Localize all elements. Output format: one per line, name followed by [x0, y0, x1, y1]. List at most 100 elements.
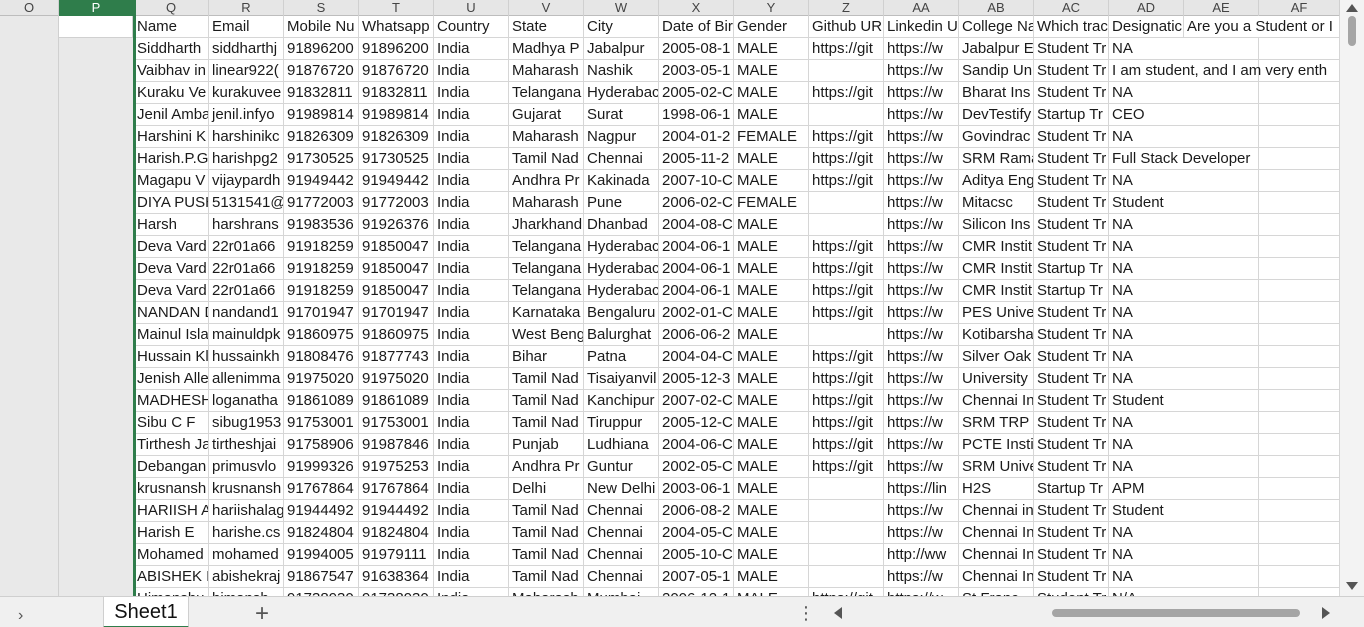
table-cell[interactable]: Mainul Isla — [134, 324, 209, 346]
table-cell[interactable]: loganatha — [209, 390, 284, 412]
table-cell[interactable]: Mitacsc — [959, 192, 1034, 214]
table-cell[interactable]: 1998-06-1 — [659, 104, 734, 126]
table-cell[interactable]: Chennai — [584, 148, 659, 170]
table-cell[interactable]: siddharthj — [209, 38, 284, 60]
table-cell[interactable]: 91824804 — [359, 522, 434, 544]
table-cell[interactable] — [809, 214, 884, 236]
table-cell[interactable]: https://w — [884, 324, 959, 346]
table-cell[interactable]: India — [434, 148, 509, 170]
table-cell[interactable]: NA — [1109, 82, 1340, 104]
table-cell[interactable]: India — [434, 104, 509, 126]
table-cell[interactable]: ABISHEK R — [134, 566, 209, 588]
table-cell[interactable]: NA — [1109, 302, 1340, 324]
column-header-ac[interactable]: AC — [1034, 0, 1109, 16]
table-cell[interactable]: nandand1 — [209, 302, 284, 324]
table-cell[interactable]: Student Tr — [1034, 456, 1109, 478]
table-cell[interactable]: 91876720 — [359, 60, 434, 82]
table-cell[interactable]: https://w — [884, 434, 959, 456]
table-cell[interactable]: Kanchipur — [584, 390, 659, 412]
table-cell[interactable]: https://w — [884, 236, 959, 258]
table-cell[interactable]: 2006-02-C — [659, 192, 734, 214]
table-cell[interactable]: Sibu C F — [134, 412, 209, 434]
table-cell[interactable]: Hyderabac — [584, 280, 659, 302]
table-cell[interactable]: Hyderabac — [584, 82, 659, 104]
table-cell[interactable]: https://w — [884, 148, 959, 170]
table-cell[interactable]: Chennai — [584, 544, 659, 566]
table-cell[interactable]: 2005-12-C — [659, 412, 734, 434]
table-cell[interactable]: Tamil Nad — [509, 148, 584, 170]
table-cell[interactable]: India — [434, 346, 509, 368]
table-cell[interactable]: MALE — [734, 302, 809, 324]
table-cell[interactable]: 2002-05-C — [659, 456, 734, 478]
table-cell[interactable]: Chennai In — [959, 544, 1034, 566]
table-cell[interactable]: https://w — [884, 500, 959, 522]
table-cell[interactable]: 91738930 — [284, 588, 359, 596]
table-cell[interactable]: 91753001 — [359, 412, 434, 434]
table-cell[interactable]: 91975020 — [284, 368, 359, 390]
table-cell[interactable]: 2004-06-1 — [659, 280, 734, 302]
table-cell[interactable]: 91989814 — [359, 104, 434, 126]
column-p-body[interactable] — [59, 16, 134, 596]
column-header-af[interactable]: AF — [1259, 0, 1340, 16]
table-cell[interactable]: 91824804 — [284, 522, 359, 544]
table-cell[interactable]: Jenish Alle — [134, 368, 209, 390]
table-cell[interactable]: https://w — [884, 368, 959, 390]
table-cell[interactable]: India — [434, 390, 509, 412]
table-cell[interactable]: India — [434, 522, 509, 544]
table-cell[interactable]: 91850047 — [359, 258, 434, 280]
table-cell[interactable]: MALE — [734, 522, 809, 544]
table-cell[interactable]: University — [959, 368, 1034, 390]
table-cell[interactable]: 2005-10-C — [659, 544, 734, 566]
table-cell[interactable]: https://git — [809, 126, 884, 148]
table-cell[interactable]: hariishalag — [209, 500, 284, 522]
table-cell[interactable]: MALE — [734, 544, 809, 566]
table-cell[interactable] — [809, 566, 884, 588]
column-header-ad[interactable]: AD — [1109, 0, 1184, 16]
table-cell[interactable]: India — [434, 588, 509, 596]
header-cell[interactable]: Which trac — [1034, 16, 1109, 38]
table-cell[interactable]: 91975020 — [359, 368, 434, 390]
table-cell[interactable]: Kakinada — [584, 170, 659, 192]
table-cell[interactable]: MALE — [734, 104, 809, 126]
table-cell[interactable]: NANDAN D — [134, 302, 209, 324]
table-cell[interactable]: Hyderabac — [584, 236, 659, 258]
table-cell[interactable]: NA — [1109, 324, 1340, 346]
table-cell[interactable]: https://w — [884, 192, 959, 214]
table-cell[interactable]: Student Tr — [1034, 82, 1109, 104]
table-cell[interactable]: Bharat Ins — [959, 82, 1034, 104]
table-cell[interactable]: MALE — [734, 456, 809, 478]
table-cell[interactable]: 91896200 — [359, 38, 434, 60]
table-cell[interactable]: NA — [1109, 38, 1340, 60]
table-cell[interactable]: Student Tr — [1034, 38, 1109, 60]
table-cell[interactable]: Chennai — [584, 522, 659, 544]
table-cell[interactable]: NA — [1109, 434, 1340, 456]
table-cell[interactable]: primusvlo — [209, 456, 284, 478]
table-cell[interactable]: https://git — [809, 412, 884, 434]
table-cell[interactable]: https://w — [884, 588, 959, 596]
table-cell[interactable] — [809, 192, 884, 214]
table-cell[interactable]: Maharash — [509, 126, 584, 148]
table-cell[interactable]: https://w — [884, 258, 959, 280]
table-cell[interactable]: Student Tr — [1034, 346, 1109, 368]
table-cell[interactable]: Pune — [584, 192, 659, 214]
table-cell[interactable]: https://w — [884, 522, 959, 544]
table-cell[interactable]: http://ww — [884, 544, 959, 566]
table-cell[interactable]: 91638364 — [359, 566, 434, 588]
table-cell[interactable] — [809, 500, 884, 522]
table-cell[interactable]: NA — [1109, 214, 1340, 236]
table-cell[interactable]: Himanshu — [134, 588, 209, 596]
table-cell[interactable]: Tamil Nad — [509, 544, 584, 566]
table-cell[interactable]: 91926376 — [359, 214, 434, 236]
table-cell[interactable]: India — [434, 478, 509, 500]
table-cell[interactable]: 91989814 — [284, 104, 359, 126]
table-cell[interactable]: Tamil Nad — [509, 390, 584, 412]
table-cell[interactable]: mainuldpk — [209, 324, 284, 346]
table-cell[interactable]: MALE — [734, 60, 809, 82]
table-cell[interactable]: 91918259 — [284, 236, 359, 258]
table-cell[interactable]: Jharkhand — [509, 214, 584, 236]
table-cell[interactable]: St Franc — [959, 588, 1034, 596]
table-cell[interactable]: MALE — [734, 368, 809, 390]
table-cell[interactable]: India — [434, 280, 509, 302]
table-cell[interactable]: 2004-04-C — [659, 346, 734, 368]
table-cell[interactable]: India — [434, 126, 509, 148]
